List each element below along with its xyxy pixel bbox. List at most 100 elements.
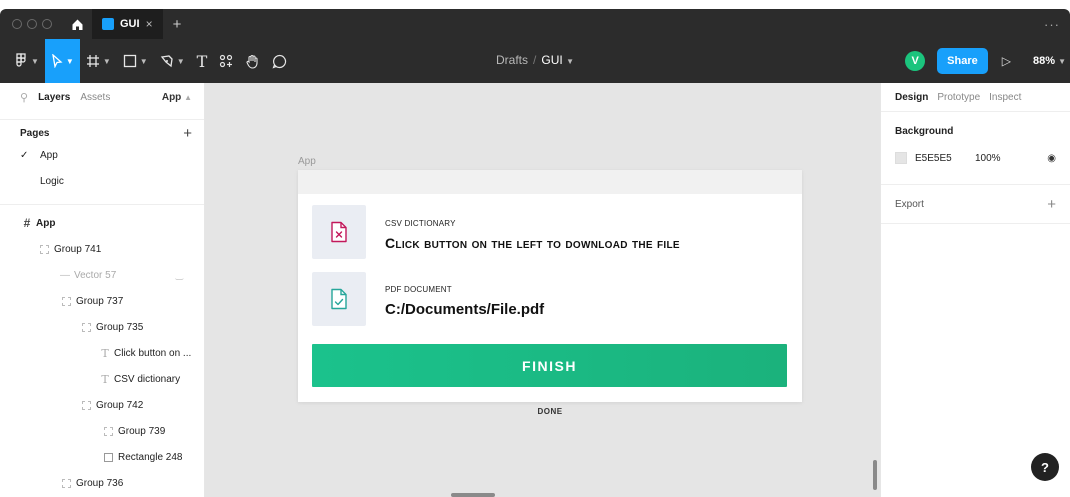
file-tab-label: GUI: [120, 18, 140, 30]
help-button[interactable]: ?: [1031, 453, 1059, 481]
chevron-up-icon: ▲: [184, 92, 192, 102]
text-tool[interactable]: T: [191, 39, 214, 83]
frame-icon: [86, 55, 99, 67]
chevron-down-icon: ▼: [31, 56, 39, 66]
avatar[interactable]: V: [905, 51, 926, 71]
frame-tool[interactable]: ▼: [80, 39, 117, 83]
breadcrumb-file-name[interactable]: GUI: [541, 53, 562, 67]
layer-name: Vector 57: [74, 269, 117, 281]
breadcrumb-project[interactable]: Drafts: [496, 53, 528, 67]
layer-row[interactable]: Group 742: [0, 392, 205, 418]
title-bar: GUI × + ···: [0, 9, 1070, 39]
close-tab-icon[interactable]: ×: [146, 17, 153, 31]
text-icon: T: [196, 51, 208, 71]
layer-name: Group 741: [54, 243, 102, 255]
zoom-value: 88%: [1032, 55, 1056, 67]
eye-icon[interactable]: ◉: [1047, 153, 1056, 164]
layer-row[interactable]: Group 735: [0, 314, 205, 340]
layer-row[interactable]: Group 739: [0, 418, 205, 444]
page-selector-label: App: [161, 91, 182, 103]
layer-row[interactable]: Group 741: [0, 236, 205, 262]
background-heading: Background: [895, 126, 954, 137]
layer-row[interactable]: Rectangle 248: [0, 444, 205, 470]
zoom-dropdown[interactable]: 88% ▼: [1033, 55, 1066, 67]
layer-row[interactable]: Group 737: [0, 288, 205, 314]
home-tab[interactable]: [62, 9, 92, 39]
layer-name: Group 737: [76, 295, 124, 307]
page-item-logic[interactable]: Logic: [0, 168, 204, 194]
layer-row[interactable]: — Vector 57 ‿: [0, 262, 205, 288]
hidden-eye-icon[interactable]: ‿: [176, 270, 183, 281]
resources-tool[interactable]: [213, 39, 239, 83]
layer-name: Click button on ...: [114, 347, 192, 359]
export-heading: Export: [895, 198, 924, 210]
canvas[interactable]: App CSV DICTIONARY Click button on the l…: [205, 83, 880, 497]
main-menu-button[interactable]: ▼: [8, 39, 45, 83]
shape-tool[interactable]: ▼: [117, 39, 154, 83]
more-options-icon[interactable]: ···: [1044, 17, 1060, 32]
tab-layers[interactable]: Layers: [38, 92, 70, 103]
group-icon: [62, 296, 71, 306]
home-icon: [72, 19, 82, 30]
layer-name: Group 739: [118, 425, 166, 437]
layer-row[interactable]: # App: [0, 210, 205, 236]
chevron-down-icon: ▼: [65, 56, 74, 66]
frame-top-bar: [298, 170, 802, 194]
background-opacity-input[interactable]: 100%: [975, 153, 1001, 164]
comment-icon: [272, 54, 287, 68]
vertical-scrollbar[interactable]: [873, 460, 877, 490]
color-swatch[interactable]: [895, 152, 907, 164]
hand-tool[interactable]: [239, 39, 266, 83]
new-tab-button[interactable]: +: [173, 16, 182, 33]
horizontal-scrollbar[interactable]: [451, 493, 495, 497]
right-panel-tabs: Design Prototype Inspect: [881, 83, 1070, 111]
add-export-button[interactable]: +: [1047, 196, 1056, 213]
tab-prototype[interactable]: Prototype: [937, 92, 980, 103]
rectangle-icon: [123, 54, 136, 68]
hand-icon: [246, 54, 258, 69]
pen-tool[interactable]: ▼: [154, 39, 191, 83]
divider: [881, 223, 1070, 224]
tab-design[interactable]: Design: [895, 92, 928, 103]
layer-name: Group 735: [96, 321, 144, 333]
page-item-app[interactable]: ✓ App: [0, 142, 204, 168]
rectangle-icon: [104, 452, 113, 462]
export-section: Export +: [881, 184, 1070, 223]
tab-assets[interactable]: Assets: [80, 92, 110, 103]
properties-panel: Design Prototype Inspect Background E5E5…: [880, 83, 1070, 497]
chevron-down-icon[interactable]: ▼: [566, 57, 574, 66]
file-tab[interactable]: GUI ×: [92, 9, 163, 39]
row-main-text: C:/Documents/File.pdf: [385, 301, 545, 318]
layer-row[interactable]: Group 736: [0, 470, 205, 496]
frame-label[interactable]: App: [298, 156, 316, 167]
minimize-window-button[interactable]: [27, 19, 37, 29]
page-item-label: App: [40, 149, 58, 161]
page-item-label: Logic: [40, 175, 64, 187]
pages-heading: Pages: [20, 127, 50, 139]
frame-icon: #: [23, 216, 31, 230]
finish-button[interactable]: FINISH: [312, 344, 787, 387]
move-tool[interactable]: ▼: [44, 39, 80, 83]
page-selector[interactable]: App ▲: [162, 92, 192, 103]
share-button[interactable]: Share: [937, 48, 988, 74]
text-layer-icon: T: [101, 346, 109, 360]
toolbar: ▼ ▼ ▼ ▼ ▼ T Drafts / GUI ▼ V Share ▷ 88% ▼: [0, 39, 1070, 83]
app-frame[interactable]: CSV DICTIONARY Click button on the left …: [298, 170, 802, 402]
maximize-window-button[interactable]: [42, 19, 52, 29]
file-card[interactable]: [312, 272, 366, 326]
background-hex-input[interactable]: E5E5E5: [915, 153, 975, 164]
present-play-icon[interactable]: ▷: [1002, 54, 1011, 68]
search-icon[interactable]: ⚲: [20, 91, 28, 104]
tab-inspect[interactable]: Inspect: [989, 92, 1021, 103]
cursor-icon: [52, 54, 63, 68]
layer-row[interactable]: T CSV dictionary: [0, 366, 205, 392]
layer-row[interactable]: T Click button on ...: [0, 340, 205, 366]
export-row: Export +: [881, 185, 1070, 223]
comment-tool[interactable]: [266, 39, 293, 83]
window-controls: [12, 19, 52, 29]
figma-menu-icon: [16, 53, 26, 67]
add-page-button[interactable]: +: [183, 125, 192, 142]
download-card[interactable]: [312, 205, 366, 259]
close-window-button[interactable]: [12, 19, 22, 29]
background-section: Background E5E5E5 100% ◉: [881, 111, 1070, 184]
